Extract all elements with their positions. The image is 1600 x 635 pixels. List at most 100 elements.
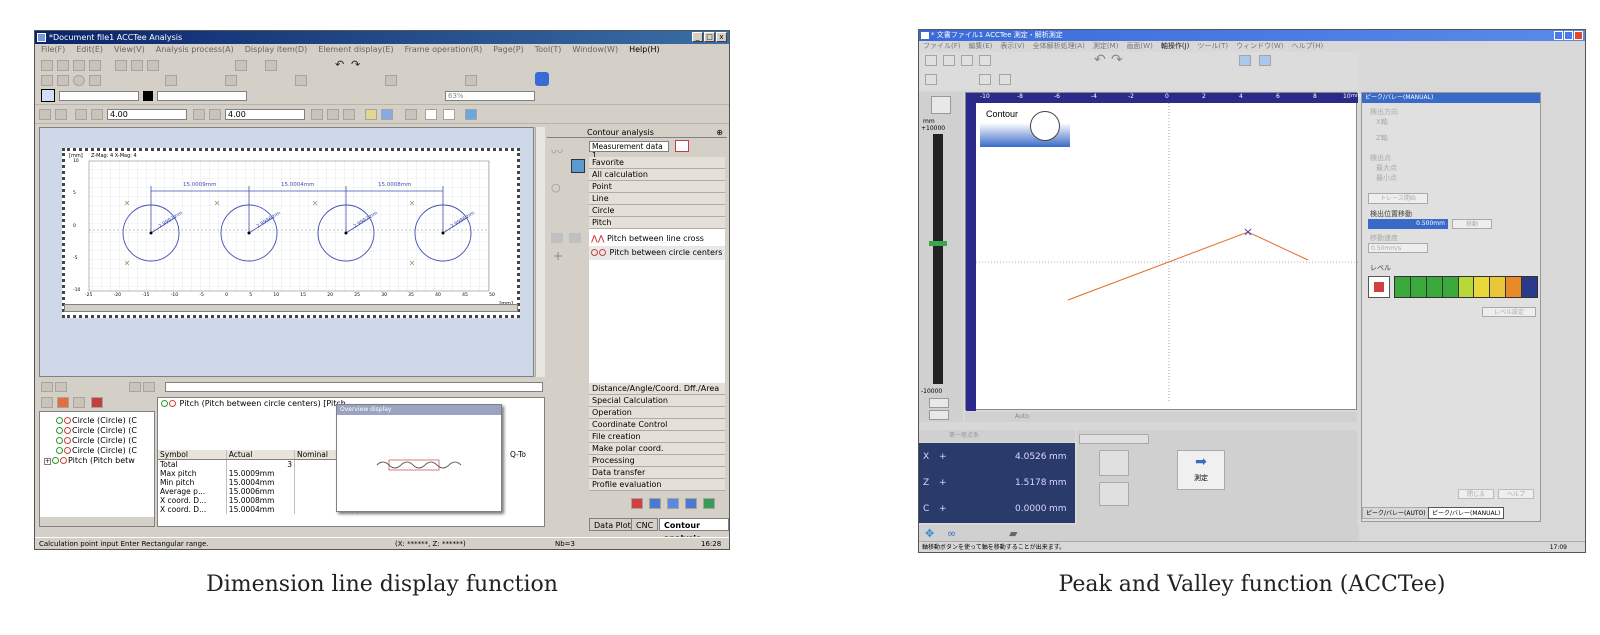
line-tool-icon[interactable] — [41, 75, 53, 86]
rect-tool-icon[interactable] — [57, 75, 69, 86]
menu-help[interactable]: Help(H) — [629, 44, 660, 56]
zoom-select[interactable]: Auto — [1015, 413, 1029, 420]
move-distance-field[interactable]: 0.500mm — [1368, 219, 1448, 229]
table-row[interactable]: Max pitch 15.0009mm — [158, 469, 358, 478]
tool-d-icon[interactable] — [365, 109, 377, 120]
section-processing[interactable]: Processing — [589, 455, 725, 467]
close-button[interactable]: x — [716, 32, 727, 42]
tool-b-icon[interactable] — [327, 109, 339, 120]
section-point[interactable]: Point — [589, 181, 725, 193]
menu-tool[interactable]: Tool(T) — [535, 44, 562, 56]
expand-icon[interactable]: + — [44, 458, 51, 465]
step-field-1[interactable]: 4.00 — [107, 109, 187, 120]
redo-icon[interactable]: ↷ — [1111, 52, 1123, 68]
pitch-line-cross-item[interactable]: ⋀⋀ Pitch between line cross — [589, 232, 725, 246]
last-page-icon[interactable] — [143, 382, 155, 392]
table-row[interactable]: Total 3 — [158, 459, 358, 469]
menu-item[interactable]: 軸操作(J) — [1161, 41, 1190, 51]
view2-icon[interactable] — [1259, 55, 1271, 66]
tool-f-icon[interactable] — [405, 109, 417, 120]
l-icon[interactable] — [649, 498, 661, 509]
mark-icon[interactable] — [75, 109, 87, 120]
wave-icon[interactable]: 〰 — [551, 143, 563, 160]
menu-analysis[interactable]: Analysis process(A) — [156, 44, 234, 56]
tree-h-scrollbar[interactable] — [40, 517, 154, 526]
close-button[interactable] — [1574, 31, 1583, 40]
copy-icon[interactable] — [131, 60, 143, 71]
doc-v-scrollbar[interactable] — [535, 127, 545, 377]
maximize-button[interactable]: □ — [704, 32, 715, 42]
prev-page-icon[interactable] — [55, 382, 67, 392]
report-icon[interactable] — [667, 498, 679, 509]
document-view[interactable]: [mm] Z-Mag: 4 X-Mag: 4 15.0009mm 15.0004… — [39, 127, 534, 377]
menu-item[interactable]: 全体解析処理(A) — [1033, 41, 1085, 51]
range3-icon[interactable] — [209, 109, 221, 120]
tool3-icon[interactable] — [999, 74, 1011, 85]
section-pitch[interactable]: Pitch — [589, 217, 725, 229]
radio-min-point[interactable]: 最小点 — [1376, 173, 1397, 183]
radio-z-axis[interactable]: Z軸 — [1376, 133, 1388, 143]
section-coordinate-control[interactable]: Coordinate Control — [589, 419, 725, 431]
menu-item[interactable]: ヘルプ(H) — [1292, 41, 1324, 51]
save-icon[interactable] — [73, 60, 85, 71]
tool-c-icon[interactable] — [343, 109, 355, 120]
measure-button[interactable]: ➡ 測定 — [1177, 450, 1225, 490]
menu-view[interactable]: View(V) — [114, 44, 145, 56]
delete-icon[interactable] — [57, 397, 69, 408]
tool-e-icon[interactable] — [381, 109, 393, 120]
calc-icon[interactable] — [571, 159, 585, 173]
tree-tool-icon[interactable] — [41, 397, 53, 408]
tree-item[interactable]: Circle (Circle) (C — [40, 446, 154, 456]
plot-h-scrollbar[interactable] — [64, 304, 518, 312]
gauge-indicator[interactable] — [929, 241, 947, 246]
tree-edit-icon[interactable] — [73, 397, 85, 408]
text-tool-icon[interactable] — [89, 75, 101, 86]
section-line[interactable]: Line — [589, 193, 725, 205]
minimize-button[interactable] — [1554, 31, 1563, 40]
export-icon[interactable] — [703, 498, 715, 509]
menu-item[interactable]: 編集(E) — [969, 41, 993, 51]
right-arrow-icon[interactable] — [569, 233, 581, 243]
help-button[interactable]: ヘルプ — [1498, 489, 1534, 499]
section-special-calculation[interactable]: Special Calculation — [589, 395, 725, 407]
tab-cnc[interactable]: CNC — [631, 518, 659, 531]
axis-select[interactable] — [1079, 434, 1149, 444]
move-speed-select[interactable]: 0.50mm/s — [1368, 243, 1428, 253]
page-h-scrollbar[interactable] — [165, 382, 543, 392]
menu-window[interactable]: Window(W) — [572, 44, 618, 56]
tool-g-icon[interactable] — [425, 109, 437, 120]
new-icon[interactable] — [41, 60, 53, 71]
measure-icon[interactable] — [39, 109, 51, 120]
menu-element-display[interactable]: Element display(E) — [318, 44, 393, 56]
table-row[interactable]: Average p... 15.0006mm — [158, 487, 358, 496]
undo-icon[interactable]: ↶ — [335, 59, 347, 71]
menu-page[interactable]: Page(P) — [493, 44, 523, 56]
tool-a-icon[interactable] — [311, 109, 323, 120]
profile-icon[interactable] — [631, 498, 643, 509]
table-row[interactable]: Min pitch 15.0004mm — [158, 478, 358, 487]
down-button[interactable] — [929, 410, 949, 420]
section-operation[interactable]: Operation — [589, 407, 725, 419]
section-data-transfer[interactable]: Data transfer — [589, 467, 725, 479]
section-distance[interactable]: Distance/Angle/Coord. Dff./Area — [589, 383, 725, 395]
measurement-data-select[interactable]: Measurement data 1 — [589, 141, 669, 160]
range-icon[interactable] — [91, 109, 103, 120]
layout-icon[interactable] — [225, 75, 237, 86]
line-width-select[interactable] — [157, 91, 247, 101]
section-all-calculation[interactable]: All calculation — [589, 169, 725, 181]
tree-item[interactable]: Circle (Circle) (C — [40, 416, 154, 426]
ellipse-tool-icon[interactable] — [73, 75, 85, 86]
coord-system-tab[interactable]: 第一原点系 — [949, 432, 979, 439]
level-icon[interactable] — [1368, 276, 1390, 298]
return-button[interactable] — [1099, 482, 1129, 506]
menu-edit[interactable]: Edit(E) — [76, 44, 103, 56]
next-page-icon[interactable] — [129, 382, 141, 392]
section-circle[interactable]: Circle — [589, 205, 725, 217]
paste-icon[interactable] — [147, 60, 159, 71]
open-icon[interactable] — [57, 60, 69, 71]
tool2-icon[interactable] — [979, 74, 991, 85]
section-profile-evaluation[interactable]: Profile evaluation — [589, 479, 725, 491]
minimize-button[interactable]: _ — [692, 32, 703, 42]
tree-item[interactable]: + Pitch (Pitch betw — [40, 456, 154, 466]
tab-contour-analysis[interactable]: Contour analysis — [659, 518, 729, 543]
